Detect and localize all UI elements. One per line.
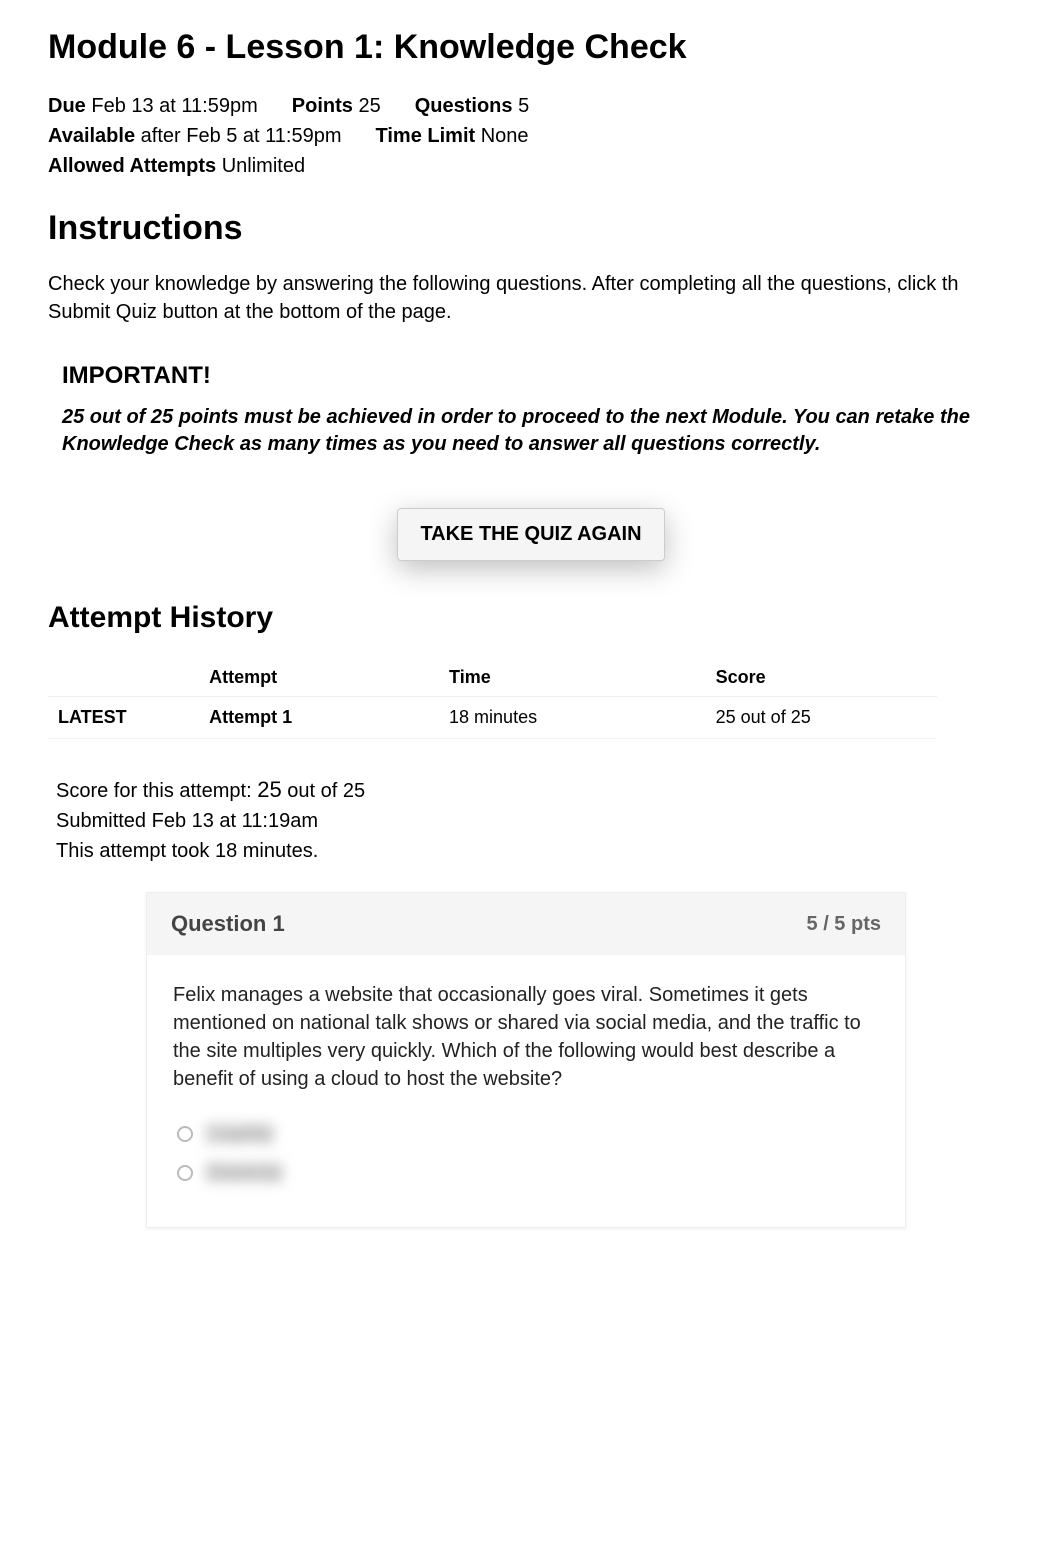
attempt-duration: This attempt took 18 minutes. [56, 836, 1014, 866]
instructions-heading: Instructions [48, 209, 1014, 248]
score-number: 25 [257, 777, 281, 802]
history-header-time: Time [439, 659, 706, 697]
question-card: Question 1 5 / 5 pts Felix manages a web… [146, 892, 906, 1228]
attempt-history-table: Attempt Time Score LATEST Attempt 1 18 m… [48, 659, 937, 739]
attempt-link[interactable]: Attempt 1 [199, 697, 439, 739]
questions-label: Questions [415, 95, 513, 117]
question-points: 5 / 5 pts [807, 913, 881, 936]
attempt-history-heading: Attempt History [48, 601, 1014, 635]
due-label: Due [48, 95, 86, 117]
submitted-time: Submitted Feb 13 at 11:19am [56, 806, 1014, 836]
important-heading: IMPORTANT! [62, 362, 1006, 390]
latest-badge: LATEST [48, 697, 199, 739]
points-value: 25 [358, 95, 380, 117]
answer-text: Elasticity [205, 1162, 284, 1183]
answer-text: Legality [205, 1123, 275, 1144]
answer-option: Elasticity [177, 1162, 879, 1183]
history-header-score: Score [706, 659, 937, 697]
question-title: Question 1 [171, 911, 285, 937]
allowed-attempts-label: Allowed Attempts [48, 155, 216, 177]
available-value: after Feb 5 at 11:59pm [141, 125, 342, 147]
attempt-time: 18 minutes [439, 697, 706, 739]
answer-option: Legality [177, 1123, 879, 1144]
question-body: Felix manages a website that occasionall… [147, 955, 905, 1123]
radio-icon [177, 1126, 193, 1142]
instructions-text: Check your knowledge by answering the fo… [48, 270, 1014, 326]
score-summary: Score for this attempt: 25 out of 25 Sub… [56, 773, 1014, 866]
available-label: Available [48, 125, 135, 147]
history-header-attempt: Attempt [199, 659, 439, 697]
due-value: Feb 13 at 11:59pm [91, 95, 257, 117]
table-row: LATEST Attempt 1 18 minutes 25 out of 25 [48, 697, 937, 739]
score-suffix: out of 25 [282, 780, 365, 802]
important-body: 25 out of 25 points must be achieved in … [62, 404, 1006, 458]
history-header-blank [48, 659, 199, 697]
radio-icon [177, 1165, 193, 1181]
points-label: Points [292, 95, 353, 117]
page-title: Module 6 - Lesson 1: Knowledge Check [48, 28, 1014, 67]
score-prefix: Score for this attempt: [56, 780, 257, 802]
questions-value: 5 [518, 95, 529, 117]
important-box: IMPORTANT! 25 out of 25 points must be a… [48, 348, 1014, 472]
time-limit-value: None [481, 125, 529, 147]
time-limit-label: Time Limit [376, 125, 476, 147]
quiz-meta: Due Feb 13 at 11:59pm Points 25 Question… [48, 91, 1014, 181]
take-quiz-again-button[interactable]: TAKE THE QUIZ AGAIN [397, 508, 664, 561]
allowed-attempts-value: Unlimited [222, 155, 305, 177]
attempt-score: 25 out of 25 [706, 697, 937, 739]
